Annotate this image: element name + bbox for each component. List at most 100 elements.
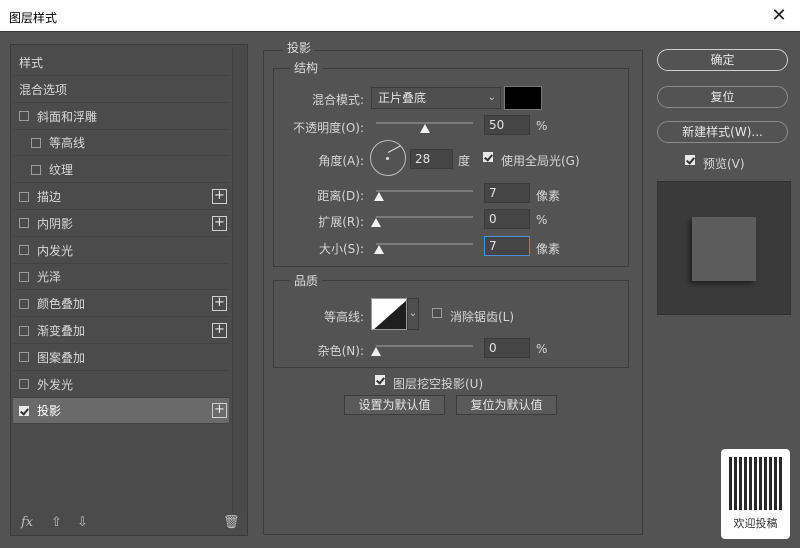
spread-slider-thumb[interactable] — [371, 218, 381, 227]
contour-picker[interactable] — [371, 298, 407, 330]
style-list-item[interactable]: 等高线 — [13, 130, 229, 157]
style-list-item[interactable]: 斜面和浮雕 — [13, 104, 229, 130]
add-icon[interactable]: + — [212, 323, 227, 338]
style-preview — [657, 181, 791, 315]
qr-caption: 欢迎投稿 — [733, 517, 778, 530]
section-title: 投影 — [283, 39, 316, 56]
angle-dial[interactable] — [370, 140, 406, 176]
preview-square — [692, 217, 756, 281]
structure-title: 结构 — [290, 59, 323, 76]
contour-curve-icon — [374, 300, 406, 329]
add-icon[interactable]: + — [212, 403, 227, 419]
size-unit: 像素 — [536, 242, 561, 256]
size-label: 大小(S): — [318, 242, 364, 256]
fx-icon[interactable]: fx — [21, 515, 33, 530]
style-list-item[interactable]: 投影 + — [13, 398, 229, 425]
title-bar: 图层样式 ✕ — [0, 0, 800, 32]
contour-dropdown[interactable]: ⌄ — [407, 298, 419, 330]
style-checkbox[interactable] — [19, 191, 29, 202]
arrow-down-icon[interactable]: ⇩ — [77, 515, 88, 530]
style-list-item[interactable]: 渐变叠加 + — [13, 318, 229, 344]
style-list-panel: 样式 混合选项 斜面和浮雕 等高线 纹理 描边 + 内阴影 + 内发光 光泽 颜色叠加 + 渐变叠加 + 图案… — [10, 44, 248, 536]
style-checkbox[interactable] — [31, 164, 41, 175]
style-checkbox[interactable] — [19, 379, 29, 390]
spread-label: 扩展(R): — [318, 215, 364, 229]
spread-input[interactable]: 0 — [484, 209, 530, 229]
shadow-color-swatch[interactable] — [504, 86, 542, 110]
style-checkbox[interactable] — [19, 352, 29, 363]
style-list-item-label: 混合选项 — [19, 82, 68, 97]
add-icon[interactable]: + — [212, 296, 227, 312]
arrow-up-icon[interactable]: ⇧ — [51, 515, 62, 530]
antialias-checkbox[interactable] — [432, 308, 442, 318]
blend-mode-value: 正片叠底 — [378, 91, 427, 105]
style-list-item[interactable]: 纹理 — [13, 157, 229, 184]
angle-dial-hand — [387, 145, 401, 153]
quality-title: 品质 — [290, 272, 323, 289]
style-list-item-label: 纹理 — [49, 163, 74, 178]
distance-slider[interactable] — [376, 190, 473, 192]
style-list-item[interactable]: 外发光 — [13, 372, 229, 398]
style-checkbox[interactable] — [19, 298, 29, 309]
distance-input[interactable]: 7 — [484, 183, 530, 203]
style-list-item[interactable]: 光泽 — [13, 264, 229, 291]
style-list-item[interactable]: 图案叠加 — [13, 345, 229, 371]
trash-icon[interactable]: 🗑 — [223, 515, 240, 530]
style-checkbox[interactable] — [31, 137, 41, 148]
style-checkbox[interactable] — [19, 245, 29, 256]
distance-slider-thumb[interactable] — [373, 192, 384, 201]
style-list-item[interactable]: 颜色叠加 + — [13, 291, 229, 318]
close-icon[interactable]: ✕ — [768, 5, 790, 27]
angle-unit: 度 — [458, 154, 471, 168]
style-list-item-label: 光泽 — [37, 270, 62, 285]
style-list-toolbar: fx ⇧ ⇩ 🗑 — [11, 515, 247, 535]
add-icon[interactable]: + — [212, 189, 227, 204]
angle-dial-center — [386, 157, 389, 160]
blend-mode-select[interactable]: 正片叠底 ⌄ — [371, 87, 501, 109]
global-light-checkbox[interactable] — [483, 152, 493, 162]
noise-slider[interactable] — [376, 345, 473, 347]
distance-label: 距离(D): — [317, 189, 364, 203]
style-list-item[interactable]: 内发光 — [13, 238, 229, 264]
noise-input[interactable]: 0 — [484, 338, 530, 358]
style-checkbox[interactable] — [19, 325, 29, 336]
style-checkbox[interactable] — [19, 405, 29, 416]
style-list-item-label: 斜面和浮雕 — [37, 109, 98, 124]
size-slider-thumb[interactable] — [373, 245, 384, 254]
opacity-unit: % — [536, 119, 548, 133]
new-style-button[interactable]: 新建样式(W)... — [657, 121, 788, 143]
size-slider[interactable] — [376, 243, 473, 245]
style-list-item[interactable]: 内阴影 + — [13, 211, 229, 237]
preview-label: 预览(V) — [703, 157, 745, 171]
chevron-down-icon: ⌄ — [487, 92, 496, 103]
reset-default-button[interactable]: 复位为默认值 — [456, 395, 557, 415]
scrollbar[interactable] — [232, 47, 246, 512]
style-list-item-label: 外发光 — [37, 377, 74, 392]
blend-mode-label: 混合模式: — [311, 93, 364, 107]
spread-slider[interactable] — [376, 216, 473, 218]
angle-input[interactable]: 28 — [410, 149, 453, 169]
antialias-label: 消除锯齿(L) — [450, 310, 515, 324]
style-list-item-label: 描边 — [37, 190, 62, 204]
style-list-item-label: 样式 — [19, 56, 44, 70]
opacity-slider-thumb[interactable] — [419, 124, 430, 133]
style-checkbox[interactable] — [19, 271, 29, 282]
style-list-item[interactable]: 混合选项 — [13, 77, 229, 103]
style-list-item[interactable]: 描边 + — [13, 184, 229, 210]
knockout-checkbox[interactable] — [375, 375, 385, 385]
global-light-label: 使用全局光(G) — [501, 154, 580, 168]
noise-slider-thumb[interactable] — [371, 347, 381, 356]
opacity-label: 不透明度(O): — [293, 121, 364, 135]
preview-checkbox[interactable] — [685, 155, 695, 165]
style-list-item[interactable]: 样式 — [13, 50, 229, 76]
add-icon[interactable]: + — [212, 215, 227, 231]
opacity-input[interactable]: 50 — [484, 115, 530, 135]
size-input[interactable]: 7 — [484, 236, 530, 256]
reset-button[interactable]: 复位 — [657, 86, 788, 108]
style-checkbox[interactable] — [19, 218, 29, 229]
set-default-button[interactable]: 设置为默认值 — [344, 395, 445, 415]
style-checkbox[interactable] — [19, 111, 29, 122]
window-title: 图层样式 — [9, 11, 58, 25]
ok-button[interactable]: 确定 — [657, 49, 788, 71]
style-list-item-label: 渐变叠加 — [37, 324, 86, 338]
